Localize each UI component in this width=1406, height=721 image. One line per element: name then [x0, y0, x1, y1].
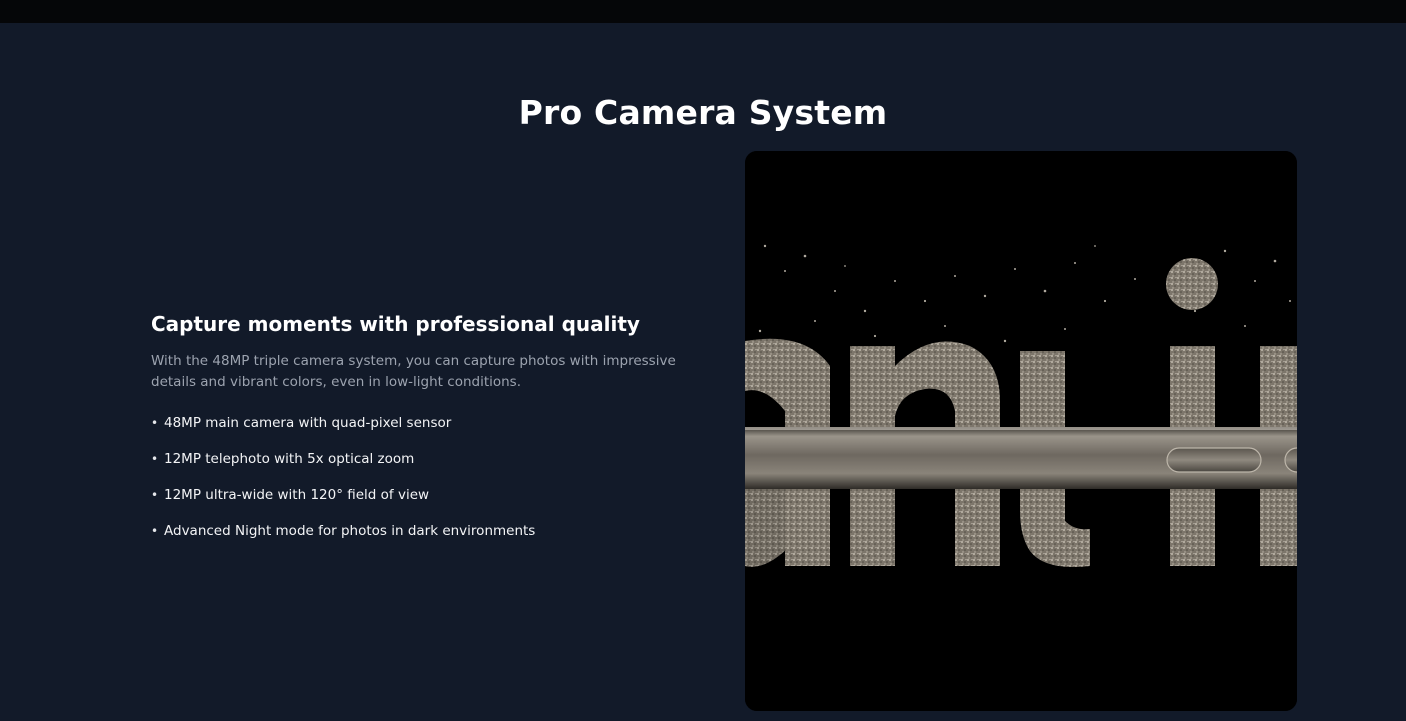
feature-list-item: • Advanced Night mode for photos in dark…	[151, 521, 696, 541]
bullet-icon: •	[151, 452, 159, 466]
feature-item-text: Advanced Night mode for photos in dark e…	[164, 523, 536, 539]
bullet-icon: •	[151, 488, 159, 502]
feature-list-item: • 12MP telephoto with 5x optical zoom	[151, 449, 696, 469]
feature-item-text: 48MP main camera with quad-pixel sensor	[164, 415, 452, 431]
feature-item-text: 12MP telephoto with 5x optical zoom	[164, 451, 415, 467]
section-title: Pro Camera System	[518, 93, 888, 132]
feature-description: With the 48MP triple camera system, you …	[151, 353, 676, 390]
feature-text-column: Capture moments with professional qualit…	[151, 311, 696, 557]
bullet-icon: •	[151, 416, 159, 430]
feature-subtitle: Capture moments with professional qualit…	[151, 312, 640, 336]
feature-list-item: • 48MP main camera with quad-pixel senso…	[151, 413, 696, 433]
top-bar	[0, 0, 1406, 23]
titanium-frame-photo-icon	[745, 151, 1297, 711]
feature-item-text: 12MP ultra-wide with 120° field of view	[164, 487, 430, 503]
feature-list: • 48MP main camera with quad-pixel senso…	[151, 413, 696, 541]
bullet-icon: •	[151, 524, 159, 538]
camera-photo	[745, 151, 1297, 711]
feature-list-item: • 12MP ultra-wide with 120° field of vie…	[151, 485, 696, 505]
